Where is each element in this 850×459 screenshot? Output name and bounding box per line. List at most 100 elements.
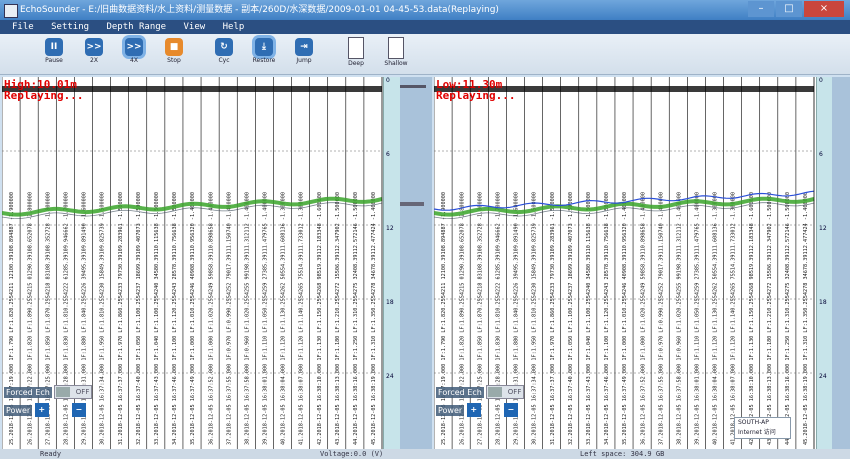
speed-4x-button[interactable]: >> 4X: [116, 36, 152, 72]
shallow-range-icon: [388, 37, 404, 59]
high-frequency-readout: High:10.01m Replaying...: [4, 79, 83, 101]
shallow-label: Shallow: [384, 60, 408, 67]
depth-tick: 6: [819, 151, 823, 158]
pause-icon: II: [45, 38, 63, 56]
signal-profile-left: [400, 77, 432, 449]
shallow-button[interactable]: Shallow: [378, 36, 414, 72]
close-button[interactable]: ×: [804, 1, 844, 17]
window-controls: – □ ×: [748, 1, 844, 19]
minimize-button[interactable]: –: [748, 1, 774, 17]
column-record: 35.2018-12-05 16:37:49.000 1F:1.000 LF:1…: [190, 192, 196, 445]
column-record: 33.2018-12-05 16:37:43.000 1F:1.040 LF:1…: [154, 192, 160, 445]
column-record: 38.2018-12-05 16:37:58.000 1F:0.960 LF:1…: [676, 192, 682, 445]
depth-tick: 0: [386, 77, 390, 84]
column-record: 31.2018-12-05 16:37:37.000 1F:1.970 LF:1…: [550, 192, 556, 445]
stop-button[interactable]: ■ Stop: [156, 36, 192, 72]
column-record: 32.2018-12-05 16:37:40.000 1F:1.050 LF:1…: [568, 192, 574, 445]
menu-file[interactable]: File: [12, 20, 34, 34]
replay-status-label: Replaying...: [4, 89, 84, 102]
cycle-label: Cyc: [218, 57, 230, 64]
jump-button[interactable]: ⇥ Jump: [286, 36, 322, 72]
power-increase-button[interactable]: +: [34, 403, 49, 417]
power-label: Power: [436, 404, 465, 416]
window-titlebar: EchoSounder - E:/旧曲数据资料/水上资料/测量数据 - 副本/2…: [0, 0, 850, 20]
depth-tick: 18: [819, 299, 827, 306]
cycle-icon: ↻: [215, 38, 233, 56]
app-icon: [4, 4, 18, 18]
power-value: 1: [489, 405, 495, 415]
forced-echo-control: Forced Ech OFF: [436, 385, 525, 399]
status-disk-space: Left space: 304.9 GB: [580, 450, 665, 458]
column-record: 37.2018-12-05 16:37:55.000 1F:0.970 LF:0…: [658, 192, 664, 445]
speed-2x-label: 2X: [90, 57, 98, 64]
cycle-button[interactable]: ↻ Cyc: [206, 36, 242, 72]
column-record: 43.2018-12-05 16:38:13.000 1F:1.180 LF:1…: [335, 192, 341, 445]
depth-tick: 12: [386, 225, 394, 232]
column-record: 38.2018-12-05 16:37:58.000 1F:0.960 LF:1…: [244, 192, 250, 445]
column-record: 39.2018-12-05 16:38:01.000 1F:1.110 LF:1…: [695, 192, 701, 445]
column-record: 36.2018-12-05 16:37:52.000 1F:1.000 LF:1…: [640, 192, 646, 445]
power-control: Power + 1 −: [436, 403, 518, 417]
menu-setting[interactable]: Setting: [51, 20, 89, 34]
forced-echo-toggle[interactable]: OFF: [54, 385, 93, 399]
network-status: Internet 访问: [738, 429, 776, 436]
jump-label: Jump: [296, 57, 312, 64]
forced-echo-control: Forced Ech OFF: [4, 385, 93, 399]
sonar-panel-high[interactable]: 25.2018-12-05 16:37:19.000 1F:1.790 LF:1…: [2, 77, 402, 449]
column-record: 44.2018-12-05 16:38:16.000 1F:1.250 LF:1…: [785, 192, 791, 445]
menu-depth-range[interactable]: Depth Range: [106, 20, 166, 34]
depth-tick: 6: [386, 151, 390, 158]
deep-button[interactable]: Deep: [338, 36, 374, 72]
window-title: EchoSounder - E:/旧曲数据资料/水上资料/测量数据 - 副本/2…: [20, 5, 499, 15]
toolbar: II Pause >> 2X >> 4X ■ Stop ↻ Cyc ⤓ Rest…: [0, 34, 850, 75]
menu-help[interactable]: Help: [223, 20, 245, 34]
power-increase-button[interactable]: +: [466, 403, 481, 417]
restore-label: Restore: [252, 57, 276, 64]
forced-echo-label: Forced Ech: [436, 386, 484, 398]
depth-scale-right: 0 6 12 18 24: [816, 77, 833, 449]
restore-icon: ⤓: [255, 38, 273, 56]
menu-view[interactable]: View: [184, 20, 206, 34]
column-record: 32.2018-12-05 16:37:40.000 1F:1.050 LF:1…: [136, 192, 142, 445]
pause-button[interactable]: II Pause: [36, 36, 72, 72]
speed-4x-label: 4X: [130, 57, 138, 64]
status-ready: Ready: [40, 450, 62, 458]
low-frequency-readout: Low:11.30m Replaying...: [436, 79, 515, 101]
column-record: 41.2018-12-05 16:38:07.000 1F:1.120 LF:1…: [299, 192, 305, 445]
column-record: 35.2018-12-05 16:37:49.000 1F:1.000 LF:1…: [622, 192, 628, 445]
column-record: 44.2018-12-05 16:38:16.000 1F:1.250 LF:1…: [353, 192, 359, 445]
power-decrease-button[interactable]: −: [71, 403, 86, 417]
forced-echo-toggle[interactable]: OFF: [486, 385, 525, 399]
column-record: 39.2018-12-05 16:38:01.000 1F:1.110 LF:1…: [263, 192, 269, 445]
signal-profile-graph: [400, 85, 426, 206]
depth-tick: 24: [386, 373, 394, 380]
power-decrease-button[interactable]: −: [503, 403, 518, 417]
depth-tick: 24: [819, 373, 827, 380]
column-record: 30.2018-12-05 16:37:34.000 1F:1.950 LF:1…: [100, 192, 106, 445]
column-record: 45.2018-12-05 16:38:19.000 1F:1.310 LF:1…: [371, 192, 377, 445]
depth-tick: 12: [819, 225, 827, 232]
power-value: 1: [57, 405, 63, 415]
column-record: 34.2018-12-05 16:37:46.000 1F:1.100 LF:1…: [604, 192, 610, 445]
deep-label: Deep: [348, 60, 364, 67]
status-bar: Ready Voltage:0.0 (V) Left space: 304.9 …: [0, 449, 850, 459]
restore-button[interactable]: ⤓ Restore: [246, 36, 282, 72]
column-record: 43.2018-12-05 16:38:13.000 1F:1.180 LF:1…: [767, 192, 773, 445]
column-record: 42.2018-12-05 16:38:10.000 1F:1.130 LF:1…: [749, 192, 755, 445]
sonar-panel-low[interactable]: 25.2018-12-05 16:37:19.000 1F:1.790 LF:1…: [434, 77, 834, 449]
fast-forward-icon: >>: [85, 38, 103, 56]
replay-status-label: Replaying...: [436, 89, 516, 102]
column-record: 33.2018-12-05 16:37:43.000 1F:1.040 LF:1…: [586, 192, 592, 445]
network-notification[interactable]: SOUTH-AP Internet 访问: [734, 417, 791, 439]
depth-tick: 0: [819, 77, 823, 84]
signal-profile-right: [832, 77, 850, 449]
speed-2x-button[interactable]: >> 2X: [76, 36, 112, 72]
fast-forward-icon: >>: [125, 38, 143, 56]
maximize-button[interactable]: □: [776, 1, 802, 17]
power-control: Power + 1 −: [4, 403, 86, 417]
power-label: Power: [4, 404, 33, 416]
column-record: 37.2018-12-05 16:37:55.000 1F:0.970 LF:0…: [226, 192, 232, 445]
column-record: 30.2018-12-05 16:37:34.000 1F:1.950 LF:1…: [532, 192, 538, 445]
stop-icon: ■: [165, 38, 183, 56]
pause-label: Pause: [45, 57, 63, 64]
